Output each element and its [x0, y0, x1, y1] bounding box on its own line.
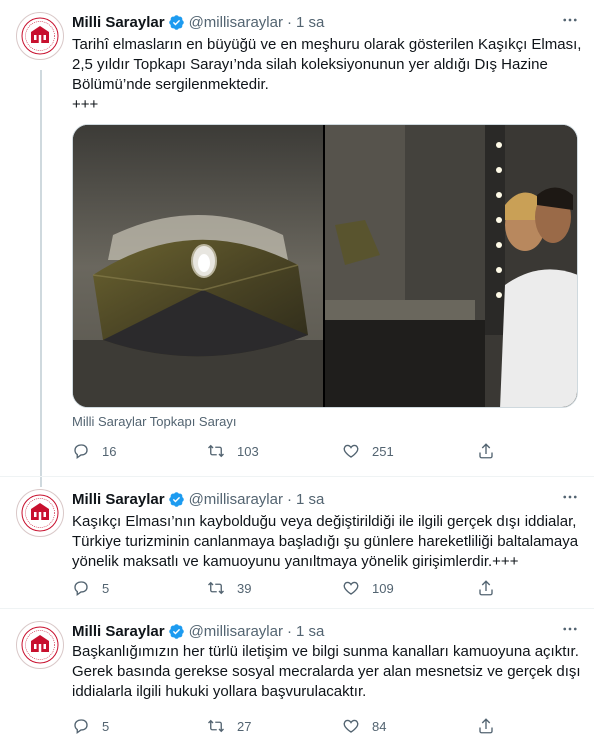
reply-icon [72, 579, 90, 597]
retweet-icon [207, 442, 225, 460]
avatar[interactable] [16, 489, 64, 537]
tweet-text-line: Bölümü’nde sergilenmektedir. [72, 76, 269, 93]
like-button[interactable]: 109 [342, 579, 477, 597]
handle[interactable]: @millisaraylar [189, 623, 283, 640]
separator-dot: · [286, 490, 292, 508]
timestamp[interactable]: 1 sa [296, 14, 324, 31]
reply-icon [72, 442, 90, 460]
verified-badge-icon [168, 623, 185, 640]
timestamp[interactable]: 1 sa [296, 491, 324, 508]
display-name[interactable]: Milli Saraylar [72, 14, 165, 31]
retweet-count: 27 [237, 718, 252, 734]
reply-button[interactable]: 16 [72, 442, 207, 460]
tweet-text-line: Tarihî elmasların en büyüğü ve en meşhur… [72, 36, 582, 53]
retweet-button[interactable]: 27 [207, 717, 342, 735]
tweet-text: Kaşıkçı Elması’nın kaybolduğu veya değiş… [72, 512, 578, 572]
display-name[interactable]: Milli Saraylar [72, 491, 165, 508]
like-icon [342, 442, 360, 460]
retweet-count: 103 [237, 443, 259, 459]
tweet-text: Tarihî elmasların en büyüğü ve en meşhur… [72, 35, 582, 115]
action-bar: 16 103 251 [72, 441, 512, 461]
tweet-header: Milli Saraylar @millisaraylar · 1 sa [72, 489, 324, 509]
palace-logo-icon [21, 626, 59, 664]
handle[interactable]: @millisaraylar [189, 14, 283, 31]
separator-dot: · [286, 622, 292, 640]
palace-logo-icon [21, 17, 59, 55]
reply-button[interactable]: 5 [72, 579, 207, 597]
like-count: 84 [372, 718, 387, 734]
tweet-header: Milli Saraylar @millisaraylar · 1 sa [72, 621, 324, 641]
tweet-text-line: iddialarla ilgili hukuki yollara başvuru… [72, 683, 367, 700]
tweet-text-line: Başkanlığımızın her türlü iletişim ve bi… [72, 643, 579, 660]
tweet-1[interactable]: Milli Saraylar @millisaraylar · 1 sa Tar… [0, 0, 594, 476]
media-caption[interactable]: Milli Saraylar Topkapı Sarayı [72, 414, 237, 429]
tweet-text-line: yönelik maksatlı ve kamuoyunu yanıltmaya… [72, 553, 519, 570]
visitors-illustration [325, 125, 577, 407]
tweet-media[interactable] [72, 124, 578, 408]
retweet-icon [207, 579, 225, 597]
retweet-icon [207, 717, 225, 735]
tweet-header: Milli Saraylar @millisaraylar · 1 sa [72, 12, 324, 32]
verified-badge-icon [168, 491, 185, 508]
thread-line [40, 477, 42, 487]
photo-visitors[interactable] [325, 125, 577, 407]
share-icon [477, 442, 495, 460]
reply-button[interactable]: 5 [72, 717, 207, 735]
reply-count: 5 [102, 718, 110, 734]
more-options-icon[interactable] [560, 487, 580, 507]
avatar[interactable] [16, 621, 64, 669]
reply-count: 5 [102, 580, 110, 596]
diamond-cushion-illustration [73, 125, 323, 407]
tweet-text: Başkanlığımızın her türlü iletişim ve bi… [72, 642, 581, 702]
retweet-button[interactable]: 103 [207, 442, 342, 460]
share-button[interactable] [477, 442, 497, 460]
action-bar: 5 27 84 [72, 716, 512, 736]
retweet-count: 39 [237, 580, 252, 596]
more-options-icon[interactable] [560, 10, 580, 30]
separator-dot: · [286, 13, 292, 31]
tweet-3[interactable]: Milli Saraylar @millisaraylar · 1 sa Baş… [0, 608, 594, 744]
reply-count: 16 [102, 443, 117, 459]
retweet-button[interactable]: 39 [207, 579, 342, 597]
share-icon [477, 717, 495, 735]
like-count: 251 [372, 443, 394, 459]
verified-badge-icon [168, 14, 185, 31]
timestamp[interactable]: 1 sa [296, 623, 324, 640]
tweet-text-line: Türkiye turizminin canlanmaya başladığı … [72, 533, 579, 550]
share-button[interactable] [477, 579, 497, 597]
display-name[interactable]: Milli Saraylar [72, 623, 165, 640]
tweet-text-line: Gerek basında gerekse sosyal mecralarda … [72, 663, 581, 680]
more-options-icon[interactable] [560, 619, 580, 639]
like-button[interactable]: 84 [342, 717, 477, 735]
thread-line [40, 70, 42, 476]
tweet-text-line: 2,5 yıldır Topkapı Sarayı’nda silah kole… [72, 56, 548, 73]
action-bar: 5 39 109 [72, 578, 512, 598]
handle[interactable]: @millisaraylar [189, 491, 283, 508]
tweet-text-line: +++ [72, 96, 99, 113]
like-icon [342, 579, 360, 597]
share-button[interactable] [477, 717, 497, 735]
like-count: 109 [372, 580, 394, 596]
photo-diamond-cushion[interactable] [73, 125, 323, 407]
avatar[interactable] [16, 12, 64, 60]
share-icon [477, 579, 495, 597]
tweet-2[interactable]: Milli Saraylar @millisaraylar · 1 sa Kaş… [0, 476, 594, 608]
like-icon [342, 717, 360, 735]
palace-logo-icon [21, 494, 59, 532]
reply-icon [72, 717, 90, 735]
tweet-text-line: Kaşıkçı Elması’nın kaybolduğu veya değiş… [72, 513, 577, 530]
like-button[interactable]: 251 [342, 442, 477, 460]
